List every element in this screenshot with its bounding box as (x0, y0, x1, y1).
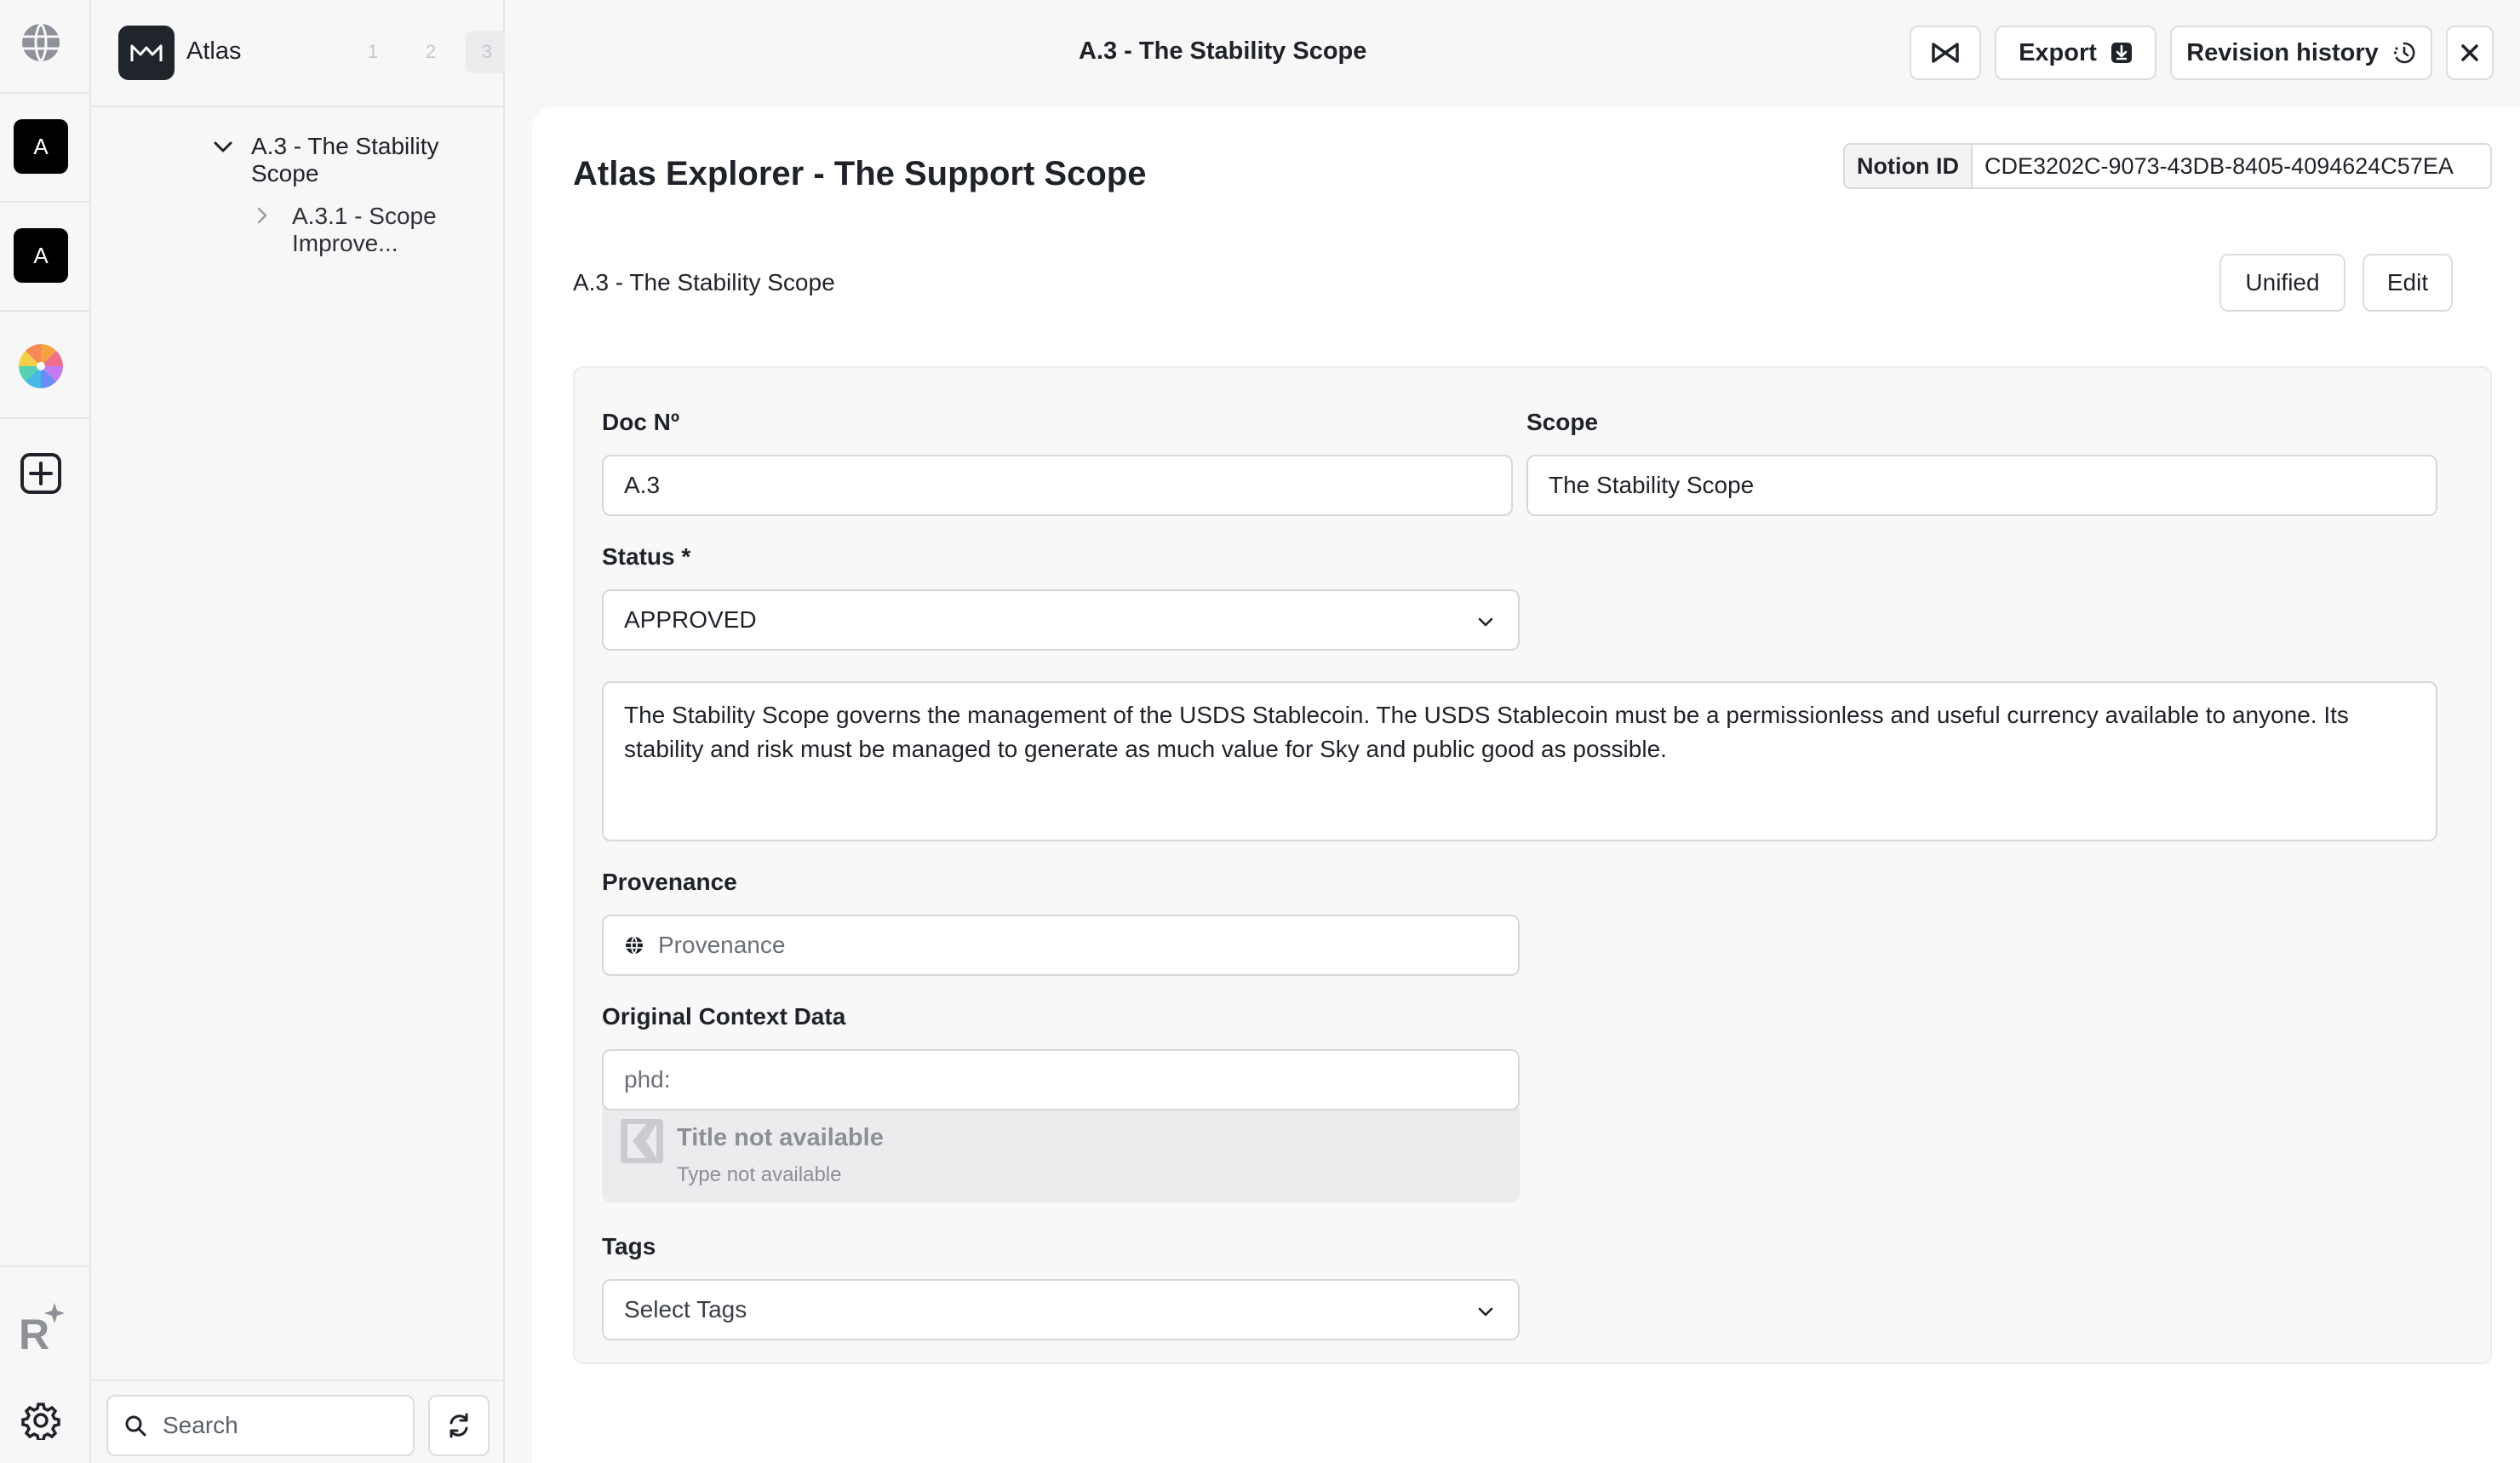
globe-icon (626, 936, 643, 955)
workspace-a1-label: A (33, 133, 49, 159)
chevron-right-icon[interactable] (253, 206, 272, 225)
context-label: Original Context Data (602, 1003, 846, 1030)
plus-square-icon[interactable] (14, 446, 68, 501)
gear-icon[interactable] (14, 1393, 68, 1448)
app-rail: A A R (0, 0, 91, 1463)
r-logo-letter: R (19, 1311, 49, 1356)
context-preview-card: Title not available Type not available (602, 1107, 1520, 1202)
version-pill-2[interactable]: 2 (410, 31, 452, 73)
top-bar: A.3 - The Stability Scope Export Revisio… (505, 0, 2520, 106)
link-preview-icon (621, 1119, 663, 1163)
doc-number-label: Doc Nº (602, 409, 680, 435)
provenance-input[interactable]: Provenance (602, 915, 1520, 976)
scope-input[interactable]: The Stability Scope (1526, 455, 2437, 516)
tree-item-a31-label: A.3.1 - Scope Improve... (292, 203, 437, 256)
workspace-a2-label: A (33, 242, 49, 268)
status-select[interactable]: APPROVED (602, 589, 1520, 651)
bowtie-icon (1932, 43, 1959, 63)
doc-number-input[interactable]: A.3 (602, 455, 1513, 516)
provenance-placeholder: Provenance (658, 932, 786, 958)
search-placeholder: Search (163, 1412, 238, 1438)
chevron-down-icon (1478, 1307, 1493, 1317)
scope-value: The Stability Scope (1549, 472, 1755, 498)
export-button[interactable]: Export (1995, 26, 2156, 80)
notion-id-badge[interactable]: Notion ID CDE3202C-9073-43DB-8405-409462… (1843, 143, 2492, 189)
globe-icon[interactable] (14, 15, 68, 70)
page-title: Atlas Explorer - The Support Scope (573, 155, 1147, 192)
workspace-a2-button[interactable]: A (14, 228, 68, 283)
content-textarea[interactable]: The Stability Scope governs the manageme… (602, 681, 2437, 841)
version-pill-1[interactable]: 1 (352, 31, 394, 73)
tree-item-a3[interactable]: A.3 - The Stability Scope (212, 133, 503, 187)
status-label: Status * (602, 543, 691, 570)
clock-history-icon (2393, 42, 2415, 64)
search-input[interactable]: Search (106, 1395, 415, 1456)
tree-footer: Search (91, 1380, 505, 1463)
unified-button[interactable]: Unified (2219, 254, 2345, 312)
context-type: Type not available (677, 1163, 842, 1186)
sync-button[interactable] (428, 1395, 490, 1456)
document-form: Doc Nº A.3 Scope The Stability Scope Sta… (573, 366, 2492, 1364)
download-icon (2110, 43, 2132, 63)
tags-placeholder: Select Tags (624, 1296, 747, 1322)
revision-history-label: Revision history (2186, 38, 2379, 66)
brand-name: Atlas (186, 37, 242, 65)
atlas-logo-icon (118, 26, 175, 80)
tree-item-a3-label: A.3 - The Stability Scope (251, 133, 439, 186)
scope-label: Scope (1526, 409, 1599, 435)
sync-icon (450, 1413, 468, 1438)
main-area: A.3 - The Stability Scope Export Revisio… (505, 0, 2520, 1463)
document-subheading: A.3 - The Stability Scope (573, 269, 835, 295)
close-icon (2461, 44, 2478, 61)
tags-select[interactable]: Select Tags (602, 1279, 1520, 1340)
context-input[interactable]: phd: (602, 1049, 1520, 1110)
context-title: Title not available (677, 1124, 884, 1151)
search-icon (125, 1415, 146, 1437)
r-logo-icon[interactable]: R (14, 1301, 68, 1356)
tree-header: Atlas 1 2 3 4 (91, 0, 566, 107)
status-value: APPROVED (624, 606, 757, 633)
pinwheel-icon[interactable] (14, 339, 68, 393)
close-button[interactable] (2446, 26, 2494, 80)
notion-id-value: CDE3202C-9073-43DB-8405-4094624C57EA (1972, 145, 2490, 187)
provenance-label: Provenance (602, 869, 737, 895)
notion-id-label: Notion ID (1845, 145, 1973, 187)
revision-history-button[interactable]: Revision history (2170, 26, 2432, 80)
app-root: A A R Atlas 1 2 3 A.3 - The Stability Sc… (0, 0, 2520, 1463)
content-text: The Stability Scope governs the manageme… (624, 702, 2349, 762)
window-title: A.3 - The Stability Scope (1079, 37, 1367, 65)
chevron-down-icon[interactable] (212, 136, 234, 158)
document-card: Atlas Explorer - The Support Scope Notio… (532, 107, 2520, 1463)
tags-label: Tags (602, 1233, 656, 1259)
export-label: Export (2019, 38, 2097, 66)
chevron-down-icon (1478, 617, 1493, 627)
workspace-a1-button[interactable]: A (14, 119, 68, 174)
navigation-tree-panel: Atlas 1 2 3 4 A.3 - The Stability Scope … (91, 0, 566, 1463)
edit-button[interactable]: Edit (2362, 254, 2453, 312)
doc-number-value: A.3 (624, 472, 661, 498)
version-pill-3[interactable]: 3 (466, 31, 508, 73)
compare-button[interactable] (1910, 26, 1981, 80)
context-value: phd: (624, 1066, 671, 1093)
tree-item-a31[interactable]: A.3.1 - Scope Improve... (253, 203, 503, 257)
